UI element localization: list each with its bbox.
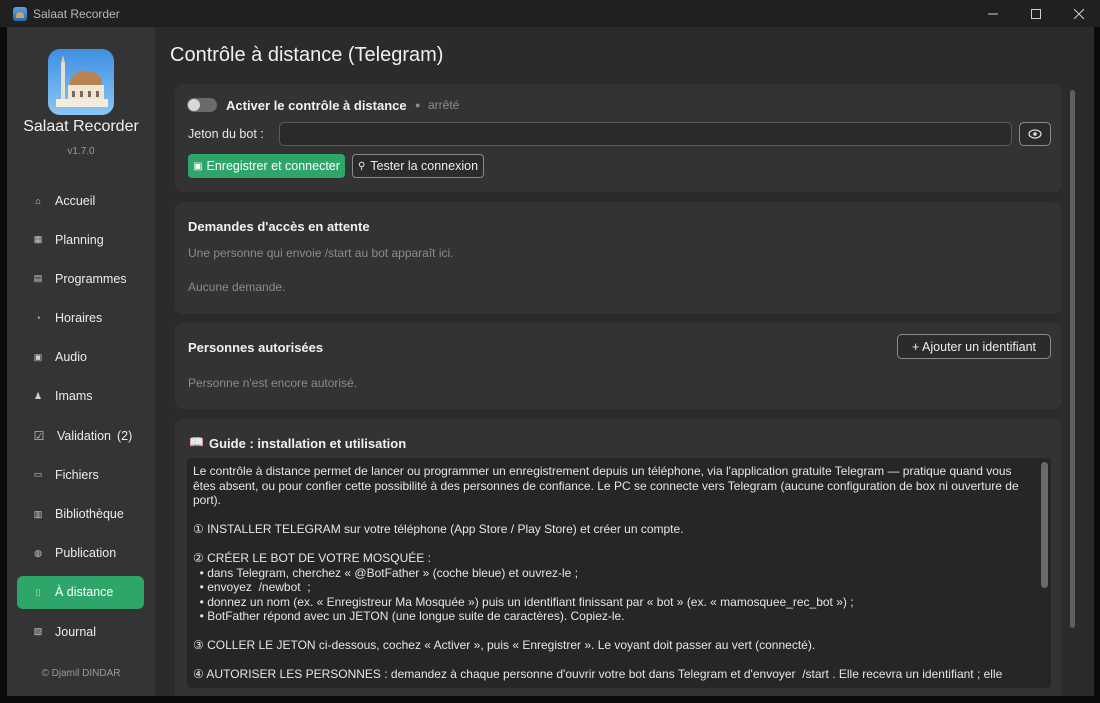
guide-title: Guide : installation et utilisation: [209, 436, 407, 451]
sidebar-item-validation[interactable]: ☑ Validation (2): [17, 419, 144, 452]
pending-requests-hint: Une personne qui envoie /start au bot ap…: [188, 246, 454, 260]
eye-icon: [1028, 129, 1042, 139]
plug-icon: ⚲: [357, 160, 366, 172]
sidebar-item-bibliotheque[interactable]: ▥ Bibliothèque: [17, 498, 144, 531]
sidebar: Salaat Recorder v1.7.0 ⌂ Accueil ▦ Planning…: [7, 27, 155, 696]
book-icon: 📖: [189, 435, 204, 449]
sidebar-item-accueil[interactable]: ⌂ Accueil: [17, 184, 144, 217]
sidebar-item-label: Validation: [57, 428, 111, 443]
window-controls: [971, 0, 1100, 27]
pending-requests-card: Demandes d'accès en attente Une personne…: [175, 202, 1062, 314]
authorized-people-title: Personnes autorisées: [188, 340, 324, 355]
sidebar-item-label: Fichiers: [55, 467, 99, 482]
sidebar-item-label: Audio: [55, 350, 87, 365]
globe-icon: ◍: [34, 547, 42, 558]
test-connection-button[interactable]: ⚲ Tester la connexion: [352, 154, 484, 178]
pending-requests-title: Demandes d'accès en attente: [188, 219, 370, 234]
maximize-icon: [1030, 8, 1041, 19]
sidebar-item-a-distance[interactable]: ▯ À distance: [17, 575, 144, 609]
sidebar-item-fichiers[interactable]: ▭ Fichiers: [17, 458, 144, 491]
brand-name: Salaat Recorder: [23, 118, 139, 135]
toggle-token-visibility-button[interactable]: [1019, 122, 1051, 146]
person-icon: ♟: [33, 390, 43, 401]
sidebar-item-label: Publication: [55, 546, 117, 561]
sidebar-item-programmes[interactable]: ▤ Programmes: [17, 262, 144, 295]
sidebar-item-journal[interactable]: ▧ Journal: [17, 615, 144, 648]
mosque-logo: [48, 49, 114, 115]
save-icon: ▣: [193, 160, 203, 172]
programs-icon: ▤: [33, 273, 43, 284]
authorized-people-card: Personnes autorisées + Ajouter un identi…: [175, 323, 1062, 409]
calendar-icon: ▦: [33, 234, 43, 245]
test-connection-label: Tester la connexion: [370, 159, 479, 173]
sidebar-item-label: À distance: [55, 585, 114, 600]
validation-count-badge: (2): [116, 428, 133, 443]
sidebar-item-label: Imams: [55, 389, 93, 404]
sidebar-item-horaires[interactable]: ◔ Horaires: [17, 302, 144, 335]
page-title: Contrôle à distance (Telegram): [170, 44, 444, 66]
audio-icon: ▣: [33, 351, 43, 362]
app-frame: Salaat Recorder v1.7.0 ⌂ Accueil ▦ Planning…: [7, 27, 1094, 696]
phone-icon: ▯: [35, 586, 41, 597]
sidebar-item-label: Bibliothèque: [55, 507, 124, 521]
checkbox-icon: ☑: [33, 428, 45, 443]
sidebar-item-label: Journal: [55, 624, 96, 639]
close-icon: [1073, 8, 1084, 19]
add-identifier-button[interactable]: + Ajouter un identifiant: [897, 334, 1051, 359]
sidebar-item-audio[interactable]: ▣ Audio: [17, 341, 144, 374]
close-button[interactable]: [1057, 0, 1100, 27]
guide-scrollbar-thumb[interactable]: [1041, 462, 1048, 588]
connection-status: arrêté: [428, 98, 460, 112]
sidebar-item-publication[interactable]: ◍ Publication: [17, 537, 144, 570]
app-version: v1.7.0: [67, 146, 95, 157]
guide-text-area[interactable]: Le contrôle à distance permet de lancer …: [187, 458, 1051, 688]
maximize-button[interactable]: [1014, 0, 1057, 27]
clock-icon: ◔: [35, 313, 41, 324]
copyright: © Djamil DINDAR: [41, 668, 121, 679]
save-and-connect-label: Enregistrer et connecter: [206, 159, 340, 173]
sidebar-item-imams[interactable]: ♟ Imams: [17, 380, 144, 413]
library-icon: ▥: [33, 508, 43, 519]
sidebar-item-planning[interactable]: ▦ Planning: [17, 223, 144, 256]
sidebar-item-label: Programmes: [55, 271, 127, 286]
guide-text: Le contrôle à distance permet de lancer …: [193, 464, 1019, 681]
journal-icon: ▧: [33, 626, 43, 637]
pending-requests-empty: Aucune demande.: [188, 280, 286, 294]
status-dot-icon: ●: [415, 100, 421, 110]
authorized-people-empty: Personne n'est encore autorisé.: [188, 376, 358, 390]
bot-token-input[interactable]: [279, 122, 1012, 146]
sidebar-nav: ⌂ Accueil ▦ Planning ▤ Programmes ◔ Horaires ▣ Au…: [17, 184, 144, 654]
minimize-button[interactable]: [971, 0, 1014, 27]
sidebar-item-label: Accueil: [55, 193, 96, 208]
enable-remote-toggle[interactable]: [187, 98, 217, 112]
token-label: Jeton du bot :: [188, 127, 264, 141]
save-and-connect-button[interactable]: ▣ Enregistrer et connecter: [188, 154, 345, 178]
page-scrollbar[interactable]: [1070, 90, 1075, 628]
guide-card: 📖 Guide : installation et utilisation Le…: [175, 419, 1062, 696]
sidebar-item-label: Planning: [55, 232, 104, 247]
guide-scrollbar[interactable]: [1041, 462, 1048, 684]
home-icon: ⌂: [35, 195, 41, 206]
sidebar-item-label: Horaires: [55, 311, 103, 326]
minimize-icon: [987, 13, 998, 14]
window-title: Salaat Recorder: [33, 6, 120, 21]
title-bar: Salaat Recorder: [0, 0, 1100, 27]
app-icon: [13, 6, 27, 21]
enable-remote-label: Activer le contrôle à distance: [226, 98, 407, 113]
remote-control-card: Activer le contrôle à distance ● arrêté …: [175, 84, 1062, 192]
folder-icon: ▭: [33, 469, 43, 480]
main-panel: Contrôle à distance (Telegram) Activer l…: [155, 27, 1094, 696]
